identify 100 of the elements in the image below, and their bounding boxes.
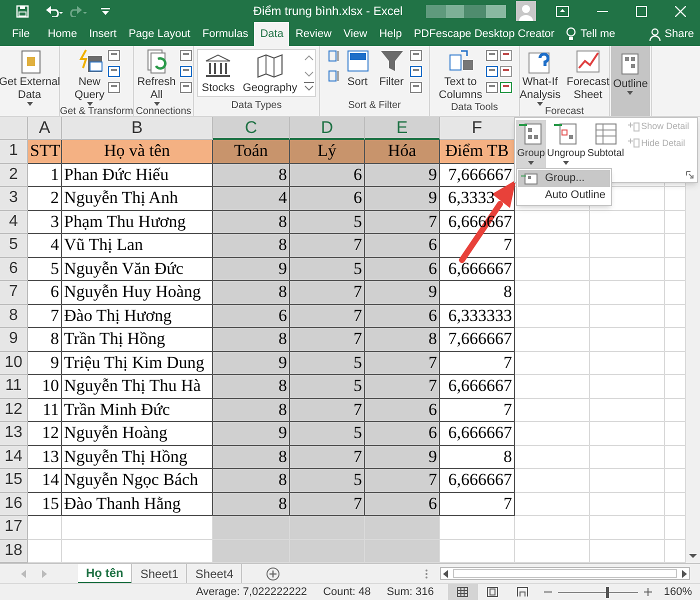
small-command-icon[interactable] bbox=[486, 50, 498, 61]
ribbon-button[interactable]: Text to Columns bbox=[436, 48, 484, 102]
row-header[interactable]: 6 bbox=[0, 258, 28, 281]
row-header[interactable]: 1 bbox=[0, 140, 28, 164]
ribbon-tab[interactable]: Formulas bbox=[196, 22, 254, 46]
row-header[interactable]: 12 bbox=[0, 398, 28, 422]
row-header[interactable]: 10 bbox=[0, 352, 28, 375]
ribbon-display-icon[interactable] bbox=[556, 6, 569, 16]
small-command-icon[interactable] bbox=[180, 66, 192, 77]
row-header[interactable]: 16 bbox=[0, 492, 28, 516]
small-command-icon[interactable] bbox=[108, 50, 120, 61]
small-command-icon[interactable] bbox=[500, 50, 512, 61]
add-sheet-icon[interactable] bbox=[266, 566, 280, 580]
horizontal-scrollbar[interactable] bbox=[440, 567, 690, 580]
ribbon-button[interactable]: New Query bbox=[72, 48, 106, 106]
small-command-icon[interactable] bbox=[410, 66, 422, 77]
ribbon-tab[interactable]: File bbox=[6, 22, 36, 46]
table-cell bbox=[28, 540, 62, 563]
zoom-percent[interactable]: 160% bbox=[664, 584, 692, 600]
group-label: Get & Transform bbox=[60, 106, 134, 118]
ribbon-button[interactable]: Sort bbox=[342, 48, 374, 89]
zoom-thumb[interactable] bbox=[606, 586, 609, 598]
tell-me-button[interactable]: Tell me bbox=[576, 22, 620, 46]
dialog-launcher-icon[interactable] bbox=[686, 171, 694, 179]
table-cell: 14 bbox=[28, 469, 62, 492]
scroll-thumb[interactable] bbox=[453, 569, 677, 578]
small-command-icon[interactable] bbox=[108, 66, 120, 77]
column-header[interactable]: C bbox=[213, 117, 290, 140]
table-cell: 1 bbox=[28, 164, 62, 187]
table-cell: 6 bbox=[365, 304, 440, 328]
table-cell: 7 bbox=[365, 352, 440, 375]
table-cell: 12 bbox=[28, 422, 62, 446]
ribbon-button[interactable]: Filter bbox=[376, 48, 408, 89]
row-header[interactable]: 17 bbox=[0, 516, 28, 540]
table-cell: Đào Thanh Hằng bbox=[62, 492, 213, 516]
share-button[interactable]: Share bbox=[642, 22, 700, 46]
row-header[interactable]: 13 bbox=[0, 422, 28, 446]
split-handle-icon[interactable] bbox=[425, 568, 428, 578]
row-header[interactable]: 7 bbox=[0, 281, 28, 304]
table-cell: 6 bbox=[365, 492, 440, 516]
small-command-icon[interactable] bbox=[180, 82, 192, 93]
row-header[interactable]: 8 bbox=[0, 304, 28, 328]
save-icon[interactable] bbox=[16, 4, 29, 18]
normal-view-button[interactable] bbox=[448, 584, 478, 600]
column-header[interactable]: D bbox=[290, 117, 365, 140]
row-header[interactable]: 9 bbox=[0, 328, 28, 352]
undo-icon[interactable] bbox=[45, 5, 63, 17]
small-command-icon[interactable] bbox=[410, 50, 422, 61]
lightbulb-icon[interactable] bbox=[566, 27, 576, 41]
close-icon[interactable] bbox=[675, 6, 686, 16]
column-header[interactable]: E bbox=[365, 117, 440, 140]
maximize-icon[interactable] bbox=[636, 6, 647, 16]
table-cell: Vũ Thị Lan bbox=[62, 234, 213, 258]
gallery-item[interactable]: Geography bbox=[238, 50, 302, 96]
scroll-right-icon[interactable] bbox=[679, 568, 689, 578]
ribbon-tab[interactable]: Insert bbox=[83, 22, 123, 46]
sheet-tab[interactable]: Họ tên bbox=[78, 564, 132, 584]
table-cell: 7 bbox=[290, 328, 365, 352]
outline-command[interactable]: Ungroup bbox=[546, 120, 586, 172]
ribbon-button[interactable]: Forecast Sheet bbox=[564, 48, 612, 102]
small-command-icon[interactable] bbox=[180, 50, 192, 61]
small-command-icon[interactable] bbox=[500, 82, 512, 93]
group-label: Connections bbox=[136, 106, 192, 118]
ribbon-tab[interactable]: Help bbox=[373, 22, 408, 46]
table-cell: 6 bbox=[290, 187, 365, 210]
table-cell: Họ và tên bbox=[62, 140, 213, 164]
table-cell: 5 bbox=[290, 375, 365, 398]
row-header[interactable]: 3 bbox=[0, 187, 28, 210]
table-cell: Trần Thị Hồng bbox=[62, 328, 213, 352]
table-cell: 7 bbox=[365, 469, 440, 492]
row-header[interactable]: 11 bbox=[0, 375, 28, 398]
ribbon-button[interactable]: Outline bbox=[611, 46, 650, 116]
table-cell: Hóa bbox=[365, 140, 440, 164]
ribbon-tab[interactable]: Data bbox=[254, 22, 290, 46]
ribbon-tab[interactable]: Page Layout bbox=[122, 22, 196, 46]
small-command-icon[interactable] bbox=[486, 66, 498, 77]
small-command-icon[interactable] bbox=[500, 66, 512, 77]
zoom-slider[interactable] bbox=[558, 586, 638, 598]
row-header[interactable]: 15 bbox=[0, 469, 28, 492]
menu-item[interactable]: Auto Outline bbox=[518, 187, 610, 204]
small-command-icon[interactable] bbox=[108, 82, 120, 93]
row-header[interactable]: 5 bbox=[0, 234, 28, 258]
customize-icon[interactable] bbox=[101, 8, 110, 14]
ribbon-button[interactable]: Refresh All bbox=[135, 48, 178, 106]
ribbon-tab[interactable]: Home bbox=[42, 22, 84, 46]
small-command-icon[interactable] bbox=[410, 82, 422, 93]
menu-item[interactable]: Group... bbox=[518, 170, 610, 187]
ribbon-button[interactable]: What-If Analysis bbox=[518, 48, 563, 106]
row-header[interactable]: 2 bbox=[0, 164, 28, 187]
ribbon-tab[interactable]: Review bbox=[289, 22, 338, 46]
ribbon-tab[interactable]: View bbox=[338, 22, 374, 46]
gallery-item[interactable]: Stocks bbox=[198, 50, 239, 96]
small-command-icon[interactable] bbox=[486, 82, 498, 93]
zoom-in-icon[interactable] bbox=[644, 588, 652, 596]
row-header[interactable]: 4 bbox=[0, 210, 28, 234]
row-header[interactable]: 18 bbox=[0, 540, 28, 563]
ribbon-tab[interactable]: PDFescape Desktop Creator bbox=[408, 22, 560, 46]
scroll-left-icon[interactable] bbox=[441, 568, 451, 578]
table-cell: 6 bbox=[365, 234, 440, 258]
row-header[interactable]: 14 bbox=[0, 446, 28, 469]
